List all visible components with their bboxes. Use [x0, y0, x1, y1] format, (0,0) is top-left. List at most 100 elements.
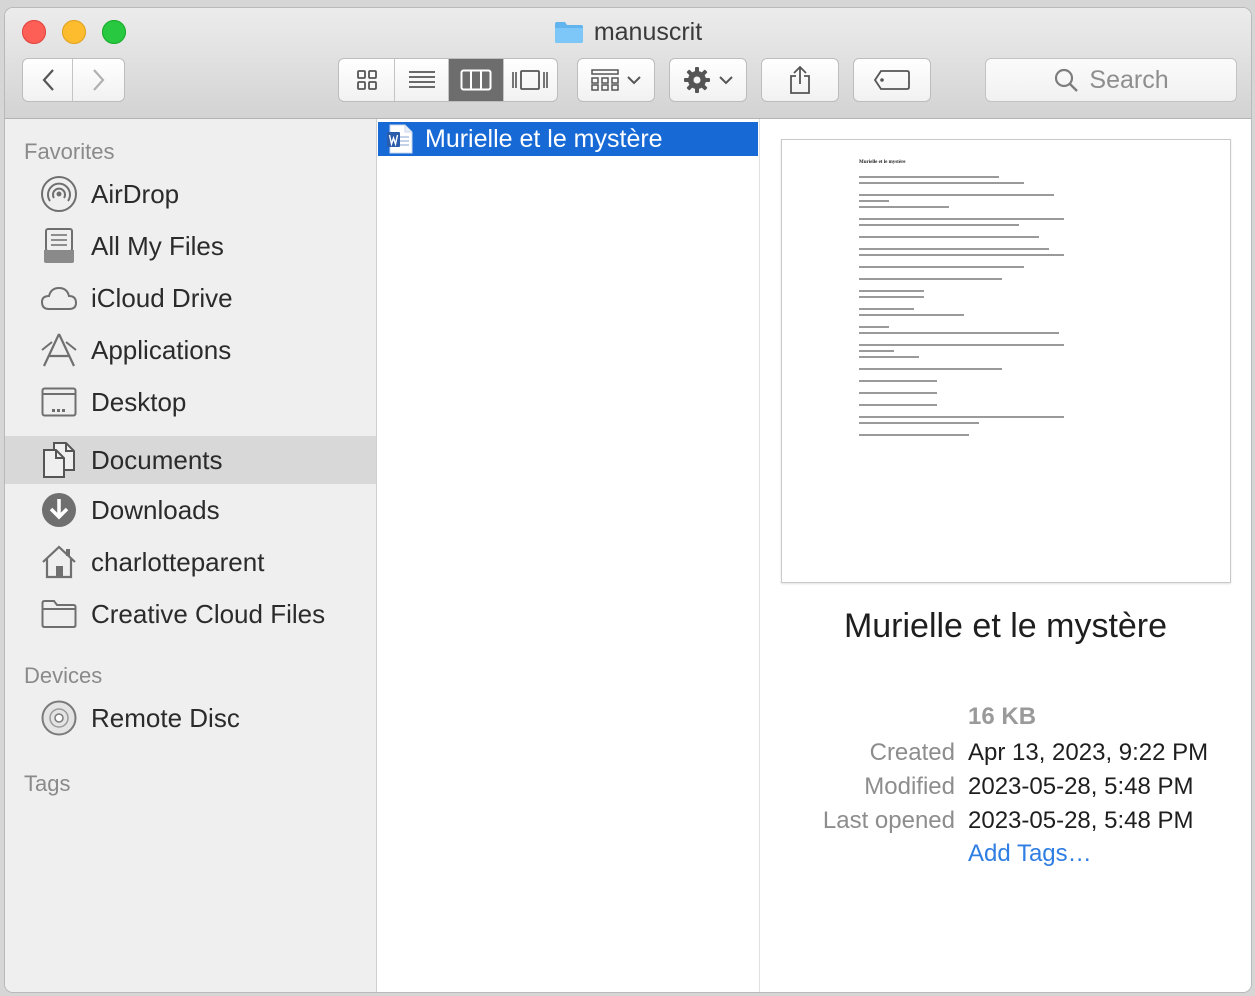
share-button[interactable] — [761, 58, 839, 102]
forward-button[interactable] — [73, 59, 124, 101]
list-icon — [408, 71, 435, 88]
documents-icon — [39, 440, 79, 480]
desktop-icon — [39, 382, 79, 422]
list-view-button[interactable] — [395, 59, 449, 101]
thumbnail-line — [859, 296, 924, 298]
last-opened-label: Last opened — [822, 807, 955, 834]
thumbnail-line — [859, 200, 889, 202]
sidebar-item-documents[interactable]: Documents — [5, 436, 376, 484]
action-button[interactable] — [669, 58, 747, 102]
disc-icon — [39, 698, 79, 738]
thumbnail-line — [859, 248, 1049, 250]
window-title-text: manuscrit — [593, 17, 703, 46]
thumbnail-title: Murielle et le mystère — [859, 160, 906, 165]
modified-value: 2023-05-28, 5:48 PM — [968, 773, 1194, 800]
back-button[interactable] — [23, 59, 74, 101]
downloads-icon — [39, 490, 79, 530]
gear-icon — [684, 67, 710, 93]
tags-section-label: Tags — [24, 771, 71, 796]
columns-icon — [460, 69, 492, 91]
thumbnail-line — [859, 218, 1064, 220]
add-tags-link[interactable]: Add Tags… — [968, 840, 1092, 868]
thumbnail-line — [859, 206, 949, 208]
sidebar-item-label: Desktop — [91, 386, 187, 417]
sidebar-item-label: Creative Cloud Files — [91, 598, 326, 629]
sidebar-item-label: AirDrop — [91, 178, 180, 209]
modified-label: Modified — [864, 773, 955, 800]
thumbnail-line — [859, 332, 1059, 334]
thumbnail-line — [859, 350, 894, 352]
sidebar-item-remote-disc[interactable]: Remote Disc — [5, 694, 376, 742]
applications-icon — [39, 330, 79, 370]
thumbnail-line — [859, 326, 889, 328]
thumbnail-line — [859, 314, 964, 316]
sidebar-item-label: Remote Disc — [91, 702, 240, 733]
file-size: 16 KB — [968, 703, 1037, 730]
sidebar-item-label: charlotteparent — [91, 546, 265, 577]
search-field[interactable]: Search — [985, 58, 1237, 102]
tag-icon — [873, 70, 910, 90]
favorites-section-label: Favorites — [24, 139, 115, 164]
view-mode-control — [338, 58, 558, 102]
cloud-icon — [39, 278, 79, 318]
sidebar-item-creative-cloud-files[interactable]: Creative Cloud Files — [5, 590, 376, 638]
preview-pane: Murielle et le mystère Murielle et le my… — [760, 119, 1251, 992]
file-row-selected[interactable]: Murielle et le mystère — [378, 122, 758, 156]
thumbnail-line — [859, 344, 1064, 346]
nav-buttons — [22, 58, 125, 102]
thumbnail-line — [859, 236, 1039, 238]
document-thumbnail[interactable]: Murielle et le mystère — [781, 139, 1231, 583]
sidebar-item-applications[interactable]: Applications — [5, 326, 376, 374]
last-opened-value: 2023-05-28, 5:48 PM — [968, 807, 1194, 834]
sidebar-item-label: Downloads — [91, 494, 220, 525]
thumbnail-line — [859, 404, 937, 406]
finder-window: manuscrit Search Favorites AirDrop All M… — [5, 8, 1251, 992]
sidebar-item-desktop[interactable]: Desktop — [5, 378, 376, 426]
share-icon — [790, 65, 810, 94]
sidebar-item-label: All My Files — [91, 230, 224, 261]
all-my-files-icon — [39, 226, 79, 266]
arrange-button[interactable] — [577, 58, 655, 102]
sidebar: Favorites AirDrop All My Files iCloud Dr… — [5, 119, 377, 992]
search-icon — [1055, 68, 1079, 92]
thumbnail-line — [859, 176, 999, 178]
sidebar-item-icloud-drive[interactable]: iCloud Drive — [5, 274, 376, 322]
word-document-icon — [387, 124, 413, 154]
icon-view-button[interactable] — [339, 59, 396, 101]
chevron-down-icon — [719, 76, 733, 85]
sidebar-item-all-my-files[interactable]: All My Files — [5, 222, 376, 270]
thumbnail-line — [859, 224, 1019, 226]
sidebar-item-label: iCloud Drive — [91, 282, 233, 313]
sidebar-item-downloads[interactable]: Downloads — [5, 486, 376, 534]
folder-icon — [554, 22, 583, 43]
window-title: manuscrit — [5, 14, 1251, 50]
thumbnail-line — [859, 392, 937, 394]
chevron-left-icon — [42, 69, 54, 91]
thumbnail-line — [859, 368, 1002, 370]
gallery-view-button[interactable] — [504, 59, 558, 101]
sidebar-item-airdrop[interactable]: AirDrop — [5, 170, 376, 218]
column-view-button[interactable] — [449, 59, 504, 101]
edit-tags-button[interactable] — [853, 58, 931, 102]
file-name: Murielle et le mystère — [425, 124, 663, 153]
home-icon — [39, 542, 79, 582]
thumbnail-line — [859, 182, 1024, 184]
search-placeholder: Search — [1089, 65, 1169, 94]
thumbnail-line — [859, 266, 1024, 268]
thumbnail-line — [859, 194, 1054, 196]
devices-section-label: Devices — [24, 663, 103, 688]
thumbnail-line — [859, 308, 914, 310]
thumbnail-line — [859, 254, 1064, 256]
airdrop-icon — [39, 174, 79, 214]
sidebar-item-home[interactable]: charlotteparent — [5, 538, 376, 586]
thumbnail-line — [859, 434, 969, 436]
chevron-right-icon — [92, 69, 104, 91]
thumbnail-line — [859, 356, 919, 358]
chevron-down-icon — [627, 76, 641, 85]
thumbnail-line — [859, 380, 937, 382]
toolbar: manuscrit Search — [5, 8, 1251, 119]
thumbnail-line — [859, 416, 1064, 418]
preview-file-name: Murielle et le mystère — [843, 607, 1168, 645]
gallery-icon — [512, 70, 549, 90]
created-value: Apr 13, 2023, 9:22 PM — [968, 739, 1209, 766]
